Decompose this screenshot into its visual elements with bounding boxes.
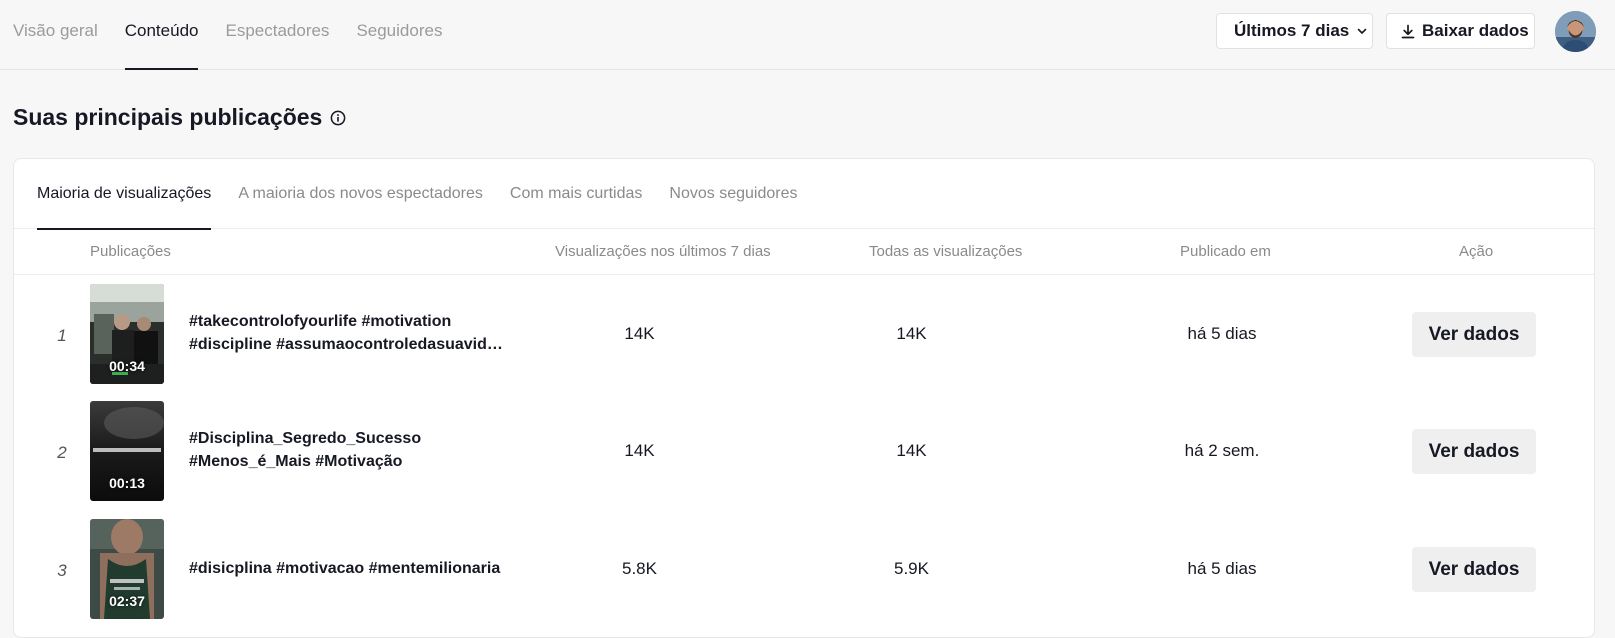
published-value: há 2 sem. [1184,441,1260,460]
table-row: 2 00:13 #Disciplina_Segredo_Sucesso #Men… [14,393,1594,511]
all-views-value: 5.9K [894,559,929,578]
section-title: Suas principais publicações [13,104,346,131]
rank-number: 1 [57,326,67,345]
rank-number: 2 [57,443,67,462]
view-data-button[interactable]: Ver dados [1412,429,1536,474]
video-duration: 00:13 [109,475,145,491]
tab-overview[interactable]: Visão geral [13,0,98,70]
caption-line-1: #takecontrolofyourlife #motivation [189,313,452,330]
date-range-label: Últimos 7 dias [1234,21,1350,40]
caption-line-1: #Disciplina_Segredo_Sucesso [189,430,422,447]
view-data-button[interactable]: Ver dados [1412,312,1536,357]
view-data-button[interactable]: Ver dados [1412,547,1536,592]
header-all-views: Todas as visualizações [869,243,1023,260]
tab-followers[interactable]: Seguidores [356,0,442,70]
post-caption[interactable]: #takecontrolofyourlife #motivation #disc… [189,310,509,356]
views-7d-value: 14K [624,324,655,343]
all-views-value: 14K [896,324,927,343]
top-tabs: Visão geral Conteúdo Espectadores Seguid… [13,0,469,70]
top-bar: Visão geral Conteúdo Espectadores Seguid… [0,0,1615,70]
header-posts: Publicações [90,243,171,260]
all-views-value: 14K [896,441,927,460]
tab-viewers[interactable]: Espectadores [225,0,329,70]
table-header: Publicações Visualizações nos últimos 7 … [14,229,1594,275]
caption-line-1: #disicplina #motivacao #mentemilionaria [189,560,501,577]
video-thumbnail[interactable]: 00:13 [90,401,164,501]
video-thumbnail[interactable]: 02:37 [90,519,164,619]
published-value: há 5 dias [1187,559,1257,578]
tab-content[interactable]: Conteúdo [124,0,198,70]
avatar[interactable] [1555,11,1596,52]
views-7d-value: 5.8K [622,559,657,578]
header-views-7d: Visualizações nos últimos 7 dias [555,243,771,260]
chevron-down-icon [1357,28,1367,34]
caption-line-2: #discipline #assumaocontroledasuavida... [189,336,509,353]
header-action: Ação [1459,243,1494,260]
avatar-image [1555,11,1596,52]
tab-most-new-viewers[interactable]: A maioria dos novos espectadores [238,159,483,229]
info-circle-icon[interactable] [330,110,346,126]
header-published: Publicado em [1180,243,1271,260]
section-title-text: Suas principais publicações [13,104,323,130]
video-duration: 02:37 [109,593,145,609]
ranking-tabs: Maioria de visualizações A maioria dos n… [14,159,1594,230]
video-duration: 00:34 [109,358,145,374]
post-caption[interactable]: #disicplina #motivacao #mentemilionaria [189,557,509,580]
download-data-button[interactable]: Baixar dados [1386,13,1535,49]
tab-most-likes[interactable]: Com mais curtidas [510,159,642,229]
rank-number: 3 [57,561,67,580]
top-posts-card: Maioria de visualizações A maioria dos n… [13,158,1595,638]
table-row: 1 00:34 #takecontrolofyourlife #motivati… [14,276,1594,394]
table-row: 3 02:37 #disicplina #motivacao #mentemil… [14,511,1594,629]
video-thumbnail[interactable]: 00:34 [90,284,164,384]
tab-most-views[interactable]: Maioria de visualizações [37,159,212,230]
published-value: há 5 dias [1187,324,1257,343]
download-icon [1401,24,1415,38]
date-range-dropdown[interactable]: Últimos 7 dias [1216,13,1373,49]
download-data-label: Baixar dados [1422,21,1529,40]
tab-new-followers[interactable]: Novos seguidores [669,159,797,229]
views-7d-value: 14K [624,441,655,460]
caption-line-2: #Menos_é_Mais #Motivação [189,453,403,470]
post-caption[interactable]: #Disciplina_Segredo_Sucesso #Menos_é_Mai… [189,427,509,473]
